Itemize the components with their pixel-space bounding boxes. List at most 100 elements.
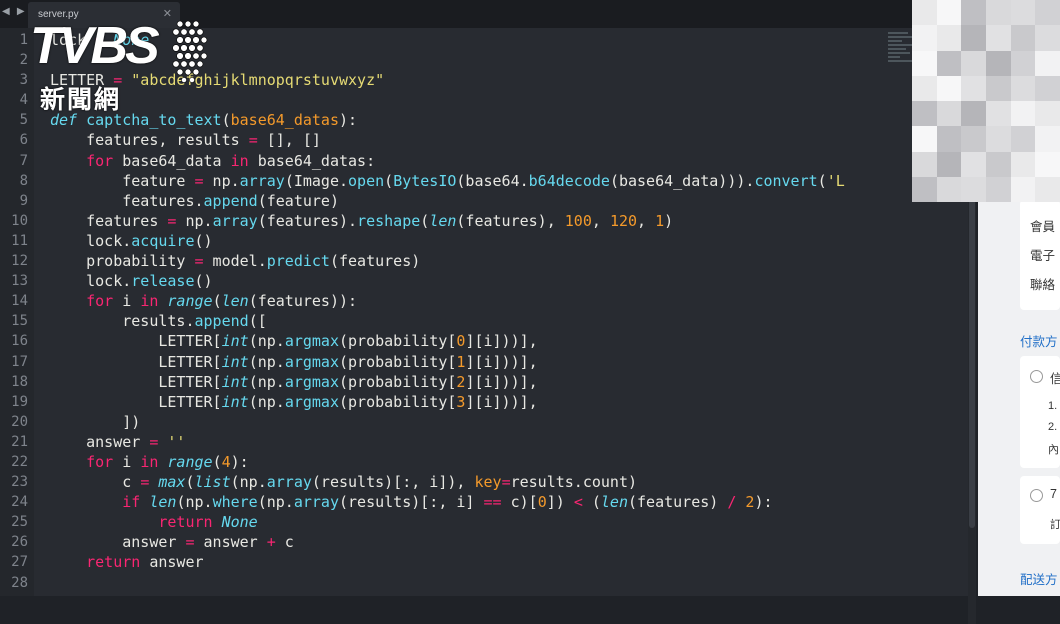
contact-label: 聯絡 — [1030, 278, 1056, 292]
line-number: 12 — [11, 253, 28, 270]
line-number: 24 — [11, 494, 28, 511]
line-number: 3 — [19, 72, 28, 89]
blur-tile — [1010, 101, 1036, 127]
code-line[interactable]: 19 LETTER[int(np.argmax(probability[3][i… — [0, 392, 970, 412]
line-number: 7 — [19, 152, 28, 169]
code-line[interactable]: 25 return None — [0, 512, 970, 532]
blur-tile — [1035, 176, 1060, 202]
tvbs-dots-icon — [172, 20, 208, 83]
tab-nav-arrows-icon[interactable]: ◀ ▶ — [2, 6, 27, 17]
code-line[interactable]: 23 c = max(list(np.array(results)[:, i])… — [0, 472, 970, 492]
code-line[interactable]: 7 for base64_data in base64_datas: — [0, 151, 970, 171]
line-number: 13 — [11, 273, 28, 290]
blur-tile — [936, 0, 962, 26]
code-lines: 1 lock = None 2 3 LETTER = "abcdefghijklmnop… — [0, 30, 970, 593]
blur-tile — [961, 101, 986, 127]
code-text: results.append([ — [50, 312, 267, 331]
blur-tile — [912, 50, 937, 76]
code-text: lock.release() — [50, 272, 213, 291]
tvbs-logo-subtitle: 新聞網 — [40, 85, 122, 114]
code-text: for i in range(len(features)): — [86, 292, 358, 311]
payment-radio-1[interactable] — [1030, 370, 1043, 383]
code-line[interactable]: 12 probability = model.predict(features) — [0, 251, 970, 271]
code-text: feature = np.array(Image.open(BytesIO(ba… — [50, 171, 845, 190]
line-number: 8 — [19, 172, 28, 189]
code-text: LETTER[int(np.argmax(probability[1][i]))… — [50, 352, 538, 371]
code-line[interactable]: 17 LETTER[int(np.argmax(probability[1][i… — [0, 352, 970, 372]
code-text: answer = '' — [50, 432, 186, 451]
blur-tile — [985, 0, 1011, 26]
line-number: 20 — [11, 413, 28, 430]
code-line[interactable]: 26 answer = answer + c — [0, 532, 970, 552]
code-line[interactable]: 6 features, results = [], [] — [0, 130, 970, 150]
code-line[interactable]: 15 results.append([ — [0, 311, 970, 331]
line-number: 18 — [11, 373, 28, 390]
blur-tile — [961, 50, 986, 76]
blur-tile — [1010, 176, 1036, 202]
blur-tile — [985, 176, 1011, 202]
line-number: 22 — [11, 453, 28, 470]
payment-note-1: 1. — [1048, 400, 1058, 412]
code-text: probability = model.predict(features) — [50, 252, 421, 271]
blur-tile — [985, 50, 1011, 76]
blur-tile — [961, 151, 986, 177]
tvbs-logo-text: TVBS — [30, 17, 160, 75]
code-text: features, results = [], [] — [50, 131, 321, 150]
code-text: LETTER[int(np.argmax(probability[3][i]))… — [50, 392, 538, 411]
code-line[interactable]: 24 if len(np.where(np.array(results)[:, … — [0, 492, 970, 512]
payment-note-4: 訂 — [1050, 519, 1060, 531]
blur-tile — [961, 176, 986, 202]
line-number: 26 — [11, 534, 28, 551]
code-line[interactable]: 21 answer = '' — [0, 432, 970, 452]
code-text: LETTER[int(np.argmax(probability[0][i]))… — [50, 332, 538, 351]
code-line[interactable]: 20 ]) — [0, 412, 970, 432]
line-number: 11 — [11, 232, 28, 249]
member-label: 會員 — [1030, 220, 1056, 234]
code-line[interactable]: 27 return answer — [0, 552, 970, 572]
code-line[interactable]: 13 lock.release() — [0, 271, 970, 291]
delivery-section-title: 配送方 — [1020, 573, 1058, 587]
code-line[interactable]: 14 for i in range(len(features)): — [0, 291, 970, 311]
blur-tile — [1035, 0, 1060, 26]
payment-radio-2[interactable] — [1030, 489, 1043, 502]
pixelated-blur-region — [912, 0, 1060, 202]
code-line[interactable]: 28 — [0, 573, 970, 593]
blur-tile — [985, 25, 1011, 51]
code-line[interactable]: 8 feature = np.array(Image.open(BytesIO(… — [0, 171, 970, 191]
code-text: return None — [158, 513, 258, 532]
blur-tile — [1010, 75, 1036, 101]
tvbs-logo: TVBS 新聞網 — [28, 16, 210, 114]
line-number: 23 — [11, 474, 28, 491]
email-label: 電子 — [1030, 249, 1056, 263]
blur-tile — [961, 0, 986, 26]
blur-tile — [1010, 0, 1036, 26]
line-number: 28 — [11, 574, 28, 591]
blur-tile — [985, 101, 1011, 127]
blur-tile — [1035, 50, 1060, 76]
code-line[interactable]: 16 LETTER[int(np.argmax(probability[0][i… — [0, 331, 970, 351]
payment-note-2: 2. — [1048, 421, 1058, 433]
line-number: 9 — [19, 192, 28, 209]
code-line[interactable]: 9 features.append(feature) — [0, 191, 970, 211]
code-text: features.append(feature) — [50, 191, 339, 210]
code-text: if len(np.where(np.array(results)[:, i] … — [122, 493, 773, 512]
blur-tile — [1010, 25, 1036, 51]
code-line[interactable]: 22 for i in range(4): — [0, 452, 970, 472]
blur-tile — [1035, 25, 1060, 51]
code-text: features = np.array(features).reshape(le… — [50, 211, 674, 230]
code-line[interactable]: 11 lock.acquire() — [0, 231, 970, 251]
blur-tile — [936, 50, 962, 76]
code-text: for base64_data in base64_datas: — [86, 151, 376, 170]
blur-tile — [1010, 50, 1036, 76]
blur-tile — [936, 25, 962, 51]
code-line[interactable]: 10 features = np.array(features).reshape… — [0, 211, 970, 231]
blur-tile — [936, 101, 962, 127]
code-text: answer = answer + c — [50, 533, 294, 552]
code-text: lock.acquire() — [50, 231, 213, 250]
line-number: 10 — [11, 212, 28, 229]
code-line[interactable]: 18 LETTER[int(np.argmax(probability[2][i… — [0, 372, 970, 392]
blur-tile — [1035, 151, 1060, 177]
blur-tile — [1035, 101, 1060, 127]
blur-tile — [912, 0, 937, 26]
payment-option-1-label: 信 — [1050, 372, 1060, 386]
